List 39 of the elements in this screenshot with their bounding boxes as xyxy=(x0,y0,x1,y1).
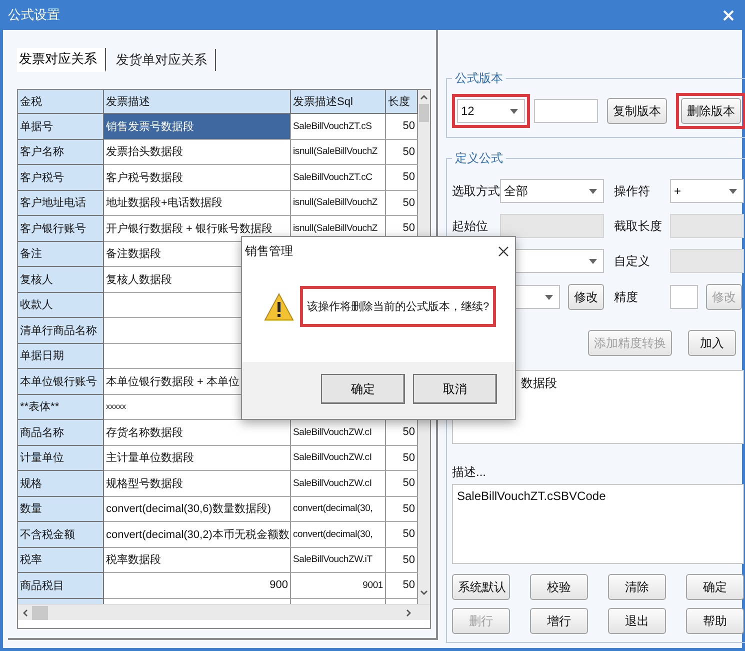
table-cell: 50 xyxy=(386,114,418,140)
field-label: 操作符 xyxy=(613,182,651,200)
dropdown-value: 12 xyxy=(461,104,474,118)
table-cell: SaleBillVouchZT.cC xyxy=(291,165,386,190)
field-label: 起始位 xyxy=(452,218,489,234)
table-cell: 50 xyxy=(386,496,418,522)
field-label: 描述... xyxy=(452,464,488,481)
table-cell: isnull(SaleBillVouchZ xyxy=(291,140,386,165)
table-cell: 50 xyxy=(386,190,418,216)
table-cell: convert(decimal(30, xyxy=(291,496,386,522)
window-title: 公式设置 xyxy=(8,6,60,24)
table-cell: 50 xyxy=(386,420,418,446)
table-cell: SaleBillVouchZT.cS xyxy=(291,114,386,140)
dialog-message: 该操作将删除当前的公式版本，继续? xyxy=(300,286,496,327)
table-cell: SaleBillVouchZW.iT xyxy=(291,548,386,573)
table-cell: 50 xyxy=(386,548,418,573)
formula-text: 数据段 xyxy=(521,375,557,392)
table-cell: 50 xyxy=(386,165,418,190)
table-cell: SaleBillVouchZW.cI xyxy=(291,446,386,471)
dropdown-value: + xyxy=(674,184,682,198)
table-cell: isnull(SaleBillVouchZ xyxy=(291,190,386,216)
table-cell: 50 xyxy=(386,140,418,165)
field-label: 自定义 xyxy=(613,252,651,270)
group-title: 定义公式 xyxy=(454,150,504,167)
table-cell: convert(decimal(30, xyxy=(291,522,386,548)
table-cell: SaleBillVouchZW.cI xyxy=(291,420,386,446)
table-cell: 9001 xyxy=(291,573,386,598)
table-cell: 50 xyxy=(386,471,418,496)
group-title: 公式版本 xyxy=(454,70,504,87)
table-cell: 50 xyxy=(386,573,418,598)
table-cell: 50 xyxy=(386,446,418,471)
dropdown-value: 全部 xyxy=(504,182,528,200)
table-cell: SaleBillVouchZW.cI xyxy=(291,471,386,496)
field-label: 选取方式 xyxy=(452,182,498,200)
field-label: 截取长度 xyxy=(613,218,663,234)
field-label: 精度 xyxy=(613,288,639,306)
table-cell: 50 xyxy=(386,522,418,548)
dialog-title: 销售管理 xyxy=(245,242,293,260)
description-text: SaleBillVouchZT.cSBVCode xyxy=(457,489,606,503)
